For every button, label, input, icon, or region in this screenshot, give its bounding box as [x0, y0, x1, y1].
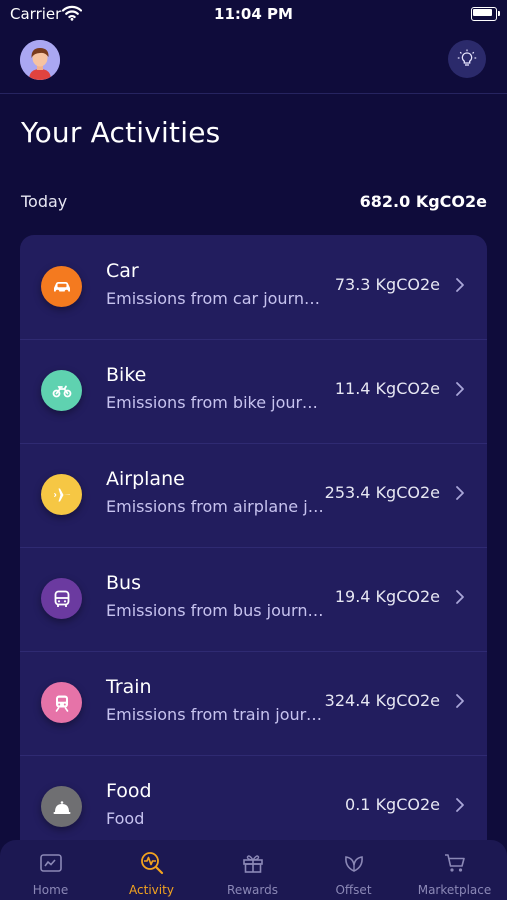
- activity-value: 19.4 KgCO2e: [334, 587, 440, 606]
- lightbulb-icon: [457, 49, 477, 66]
- activity-row-bus[interactable]: Bus Emissions from bus journeys 19.4 KgC…: [20, 547, 487, 652]
- activity-title: Airplane: [106, 468, 185, 490]
- leaf-icon: [344, 856, 363, 872]
- user-avatar-icon[interactable]: [20, 40, 60, 80]
- car-icon: [41, 266, 82, 307]
- header-divider: [0, 93, 507, 94]
- summary-total: 682.0 KgCO2e: [359, 192, 487, 211]
- tab-home[interactable]: Home: [0, 840, 101, 900]
- tab-bar: Home Activity Rewards Offset Marketplace: [0, 840, 507, 900]
- tab-offset[interactable]: Offset: [303, 840, 404, 900]
- activity-row-bike[interactable]: Bike Emissions from bike journeys 11.4 K…: [20, 339, 487, 444]
- page-title: Your Activities: [21, 116, 221, 149]
- activity-search-icon: [140, 852, 163, 875]
- tab-label: Marketplace: [417, 883, 492, 897]
- chevron-right-icon: [456, 278, 464, 292]
- chevron-right-icon: [456, 694, 464, 708]
- lightbulb-button[interactable]: [448, 40, 486, 78]
- activity-subtitle: Emissions from train journeys: [106, 705, 324, 724]
- chevron-right-icon: [456, 798, 464, 812]
- tab-marketplace[interactable]: Marketplace: [404, 840, 505, 900]
- cart-icon: [444, 854, 465, 872]
- chevron-right-icon: [456, 486, 464, 500]
- activity-value: 11.4 KgCO2e: [334, 379, 440, 398]
- bus-icon: [41, 578, 82, 619]
- activity-subtitle: Food: [106, 809, 145, 828]
- activity-value: 253.4 KgCO2e: [324, 483, 440, 502]
- summary-label: Today: [21, 192, 68, 211]
- activity-title: Bus: [106, 572, 141, 594]
- activity-value: 0.1 KgCO2e: [345, 795, 440, 814]
- tab-label: Activity: [129, 883, 174, 897]
- activity-row-airplane[interactable]: Airplane Emissions from airplane journey…: [20, 443, 487, 548]
- activity-title: Train: [106, 676, 152, 698]
- chevron-right-icon: [456, 590, 464, 604]
- tab-activity[interactable]: Activity: [101, 840, 202, 900]
- activity-value: 73.3 KgCO2e: [334, 275, 440, 294]
- train-icon: [41, 682, 82, 723]
- activity-title: Car: [106, 260, 139, 282]
- clock: 11:04 PM: [214, 5, 293, 23]
- avatar-illustration: [20, 40, 60, 80]
- activity-title: Bike: [106, 364, 147, 386]
- activity-subtitle: Emissions from bus journeys: [106, 601, 324, 620]
- motorbike-icon: [41, 370, 82, 411]
- tab-label: Rewards: [227, 883, 278, 897]
- home-icon: [39, 854, 62, 872]
- airplane-icon: [41, 474, 82, 515]
- activities-list: Car Emissions from car journeys 73.3 KgC…: [20, 235, 487, 875]
- food-icon: [41, 786, 82, 827]
- gift-icon: [242, 855, 263, 873]
- activity-row-train[interactable]: Train Emissions from train journeys 324.…: [20, 651, 487, 756]
- status-bar: Carrier 11:04 PM: [0, 0, 507, 30]
- battery-icon: [471, 7, 500, 21]
- activity-subtitle: Emissions from bike journeys: [106, 393, 324, 412]
- activity-row-car[interactable]: Car Emissions from car journeys 73.3 KgC…: [20, 235, 487, 340]
- activity-title: Food: [106, 780, 152, 802]
- tab-label: Home: [32, 883, 69, 897]
- activity-subtitle: Emissions from airplane journeys: [106, 497, 324, 516]
- tab-label: Offset: [335, 883, 372, 897]
- chevron-right-icon: [456, 382, 464, 396]
- tab-rewards[interactable]: Rewards: [202, 840, 303, 900]
- activity-subtitle: Emissions from car journeys: [106, 289, 324, 308]
- activity-value: 324.4 KgCO2e: [324, 691, 440, 710]
